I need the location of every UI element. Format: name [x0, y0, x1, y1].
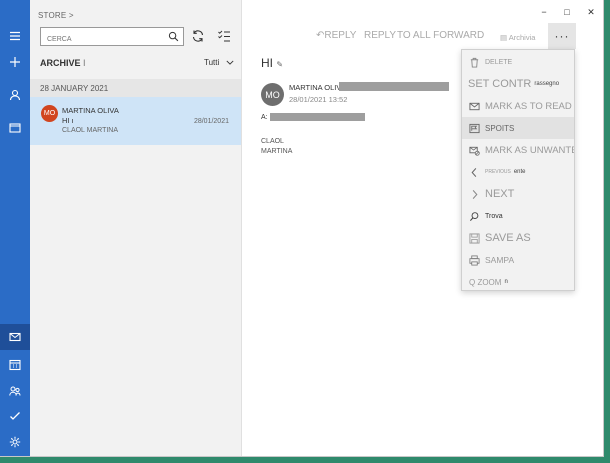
mail-window: STORE > ARCHIVE I Tutti 28 JANUARY 2021 …	[0, 0, 604, 457]
list-item-subject: HI ı	[62, 116, 74, 125]
reply-button[interactable]: ↶REPLY	[316, 30, 356, 41]
maximize-button[interactable]: □	[560, 7, 574, 17]
menu-item-label: MARK AS TO READ	[485, 100, 572, 112]
printer-icon	[469, 255, 480, 265]
chevron-down-icon	[225, 60, 234, 65]
envelope-icon	[469, 102, 480, 110]
menu-item-previous[interactable]: PREVIOUS ente	[462, 161, 574, 183]
menu-item-label: SPOITS	[485, 123, 515, 133]
menu-item-set-flag[interactable]: SET CONTR rassegno	[462, 73, 574, 95]
mail-icon	[9, 332, 21, 342]
sync-icon[interactable]	[191, 29, 205, 43]
message-date: 28/01/2021 13:52	[289, 95, 348, 104]
people-icon	[9, 386, 21, 396]
folder-name-suffix: I	[83, 58, 86, 68]
menu-item-print[interactable]: SAMPA	[462, 249, 574, 271]
menu-item-label: Trova	[485, 212, 503, 220]
chevron-left-icon	[471, 167, 477, 177]
calendar-icon	[9, 359, 21, 371]
search-icon	[470, 211, 479, 221]
folder-icon	[9, 123, 21, 133]
search-icon[interactable]	[168, 31, 179, 42]
filter-label: Tutti	[204, 58, 220, 67]
list-item-preview: CLAOL MARTINA	[62, 127, 119, 134]
menu-item-sublabel: n	[504, 279, 508, 285]
selection-mode-icon[interactable]	[217, 29, 231, 43]
more-actions-menu: DELETE SET CONTR rassegno MARK AS TO REA…	[461, 49, 575, 291]
minimize-button[interactable]: −	[537, 7, 551, 17]
menu-item-label: SAVE AS	[485, 232, 531, 244]
menu-item-sublabel: ente	[513, 169, 526, 175]
menu-item-label: SAMPA	[485, 255, 515, 265]
menu-item-save-as[interactable]: SAVE AS	[462, 227, 574, 249]
menu-item-label: NEXT	[485, 188, 515, 200]
reply-all-button[interactable]: REPLY	[364, 30, 396, 41]
app-title: STORE >	[38, 11, 74, 20]
list-item-sender: MARTINA OLIVA	[62, 106, 119, 115]
menu-item-mark-as-unwanted[interactable]: MARK AS UNWANTED	[462, 139, 574, 161]
message-list-pane: STORE > ARCHIVE I Tutti 28 JANUARY 2021 …	[30, 0, 242, 456]
archive-button[interactable]: ▤ Archivia	[500, 33, 535, 42]
reply-label: REPLY	[324, 30, 357, 41]
date-group-header: 28 JANUARY 2021	[30, 79, 241, 97]
folder-name-label: ARCHIVE	[40, 58, 81, 68]
menu-item-label: Q ZOOM	[469, 277, 502, 287]
menu-item-label: SET CONTR	[468, 78, 532, 90]
plus-icon	[10, 57, 20, 67]
checkmark-icon	[10, 412, 20, 420]
person-icon	[9, 89, 21, 101]
navigation-rail	[0, 0, 30, 456]
redacted-recipient	[270, 113, 365, 121]
folder-name: ARCHIVE I	[40, 58, 86, 68]
accounts-button[interactable]	[0, 82, 30, 108]
message-subject: HI ✎	[261, 56, 283, 70]
menu-item-zoom[interactable]: Q ZOOM n	[462, 271, 574, 293]
tasks-button[interactable]	[0, 403, 30, 429]
envelope-block-icon	[469, 146, 480, 156]
hamburger-icon[interactable]	[0, 23, 30, 49]
menu-item-mark-as-read[interactable]: MARK AS TO READ	[462, 95, 574, 117]
flag-box-icon	[469, 123, 480, 133]
close-button[interactable]: ✕	[584, 7, 598, 18]
search-input[interactable]	[41, 31, 161, 48]
new-mail-button[interactable]	[0, 49, 30, 75]
mail-button[interactable]	[0, 324, 30, 350]
more-actions-button[interactable]: ···	[548, 23, 576, 49]
menu-item-find[interactable]: Trova	[462, 205, 574, 227]
settings-button[interactable]	[0, 429, 30, 455]
message-subject-text: HI	[261, 56, 273, 70]
forward-button[interactable]: TO ALL FORWARD	[397, 30, 484, 41]
pencil-icon: ✎	[276, 60, 284, 69]
menu-item-next[interactable]: NEXT	[462, 183, 574, 205]
menu-item-label: DELETE	[485, 58, 513, 66]
redacted-sender-address	[339, 82, 449, 91]
menu-item-label: MARK AS UNWANTED	[485, 144, 574, 156]
message-body-line: CLAOL	[261, 138, 284, 145]
menu-item-sublabel: rassegno	[534, 81, 560, 87]
filter-dropdown[interactable]: Tutti	[204, 58, 234, 67]
avatar: MO	[41, 105, 58, 122]
archive-icon: ▤	[500, 33, 508, 42]
people-button[interactable]	[0, 378, 30, 404]
archive-label: Archivia	[508, 33, 536, 42]
chevron-right-icon	[472, 189, 478, 199]
menu-item-label: PREVIOUS	[485, 169, 511, 175]
recipient-label: A:	[261, 114, 268, 121]
save-icon	[469, 232, 480, 244]
list-item[interactable]: MO MARTINA OLIVA HI ı CLAOL MARTINA 28/0…	[30, 97, 241, 145]
message-body-line: MARTINA	[261, 148, 293, 155]
search-box[interactable]	[40, 27, 184, 48]
gear-icon	[9, 436, 21, 448]
menu-item-delete[interactable]: DELETE	[462, 51, 574, 73]
sender-avatar: MO	[261, 83, 284, 106]
list-item-date: 28/01/2021	[193, 118, 229, 125]
menu-item-move[interactable]: SPOITS	[462, 117, 574, 139]
trash-icon	[470, 57, 479, 68]
folders-button[interactable]	[0, 115, 30, 141]
calendar-button[interactable]	[0, 352, 30, 378]
